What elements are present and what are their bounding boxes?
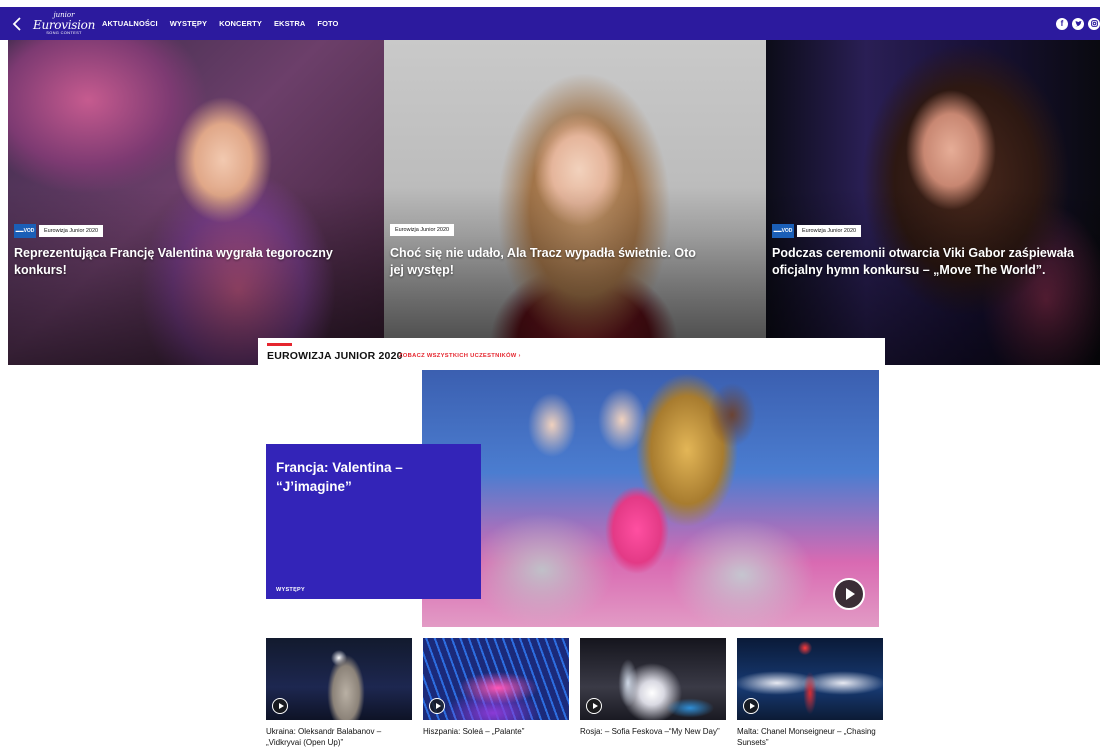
thumb-caption[interactable]: Malta: Chanel Monseigneur – „Chasing Sun… xyxy=(737,726,883,748)
play-icon[interactable] xyxy=(272,698,288,714)
top-navbar: junior Eurovision SONG CONTEST AKTUALNOŚ… xyxy=(0,7,1100,40)
hero-title[interactable]: Podczas ceremonii otwarcia Viki Gabor za… xyxy=(772,245,1092,279)
video-thumb[interactable]: Rosja: – Sofia Feskova –“My New Day” xyxy=(580,638,726,749)
featured-video[interactable] xyxy=(422,370,879,627)
thumb-image xyxy=(423,638,569,720)
category-tag[interactable]: Eurowizja Junior 2020 xyxy=(797,225,862,237)
featured-title[interactable]: Francja: Valentina – “J’imagine” xyxy=(276,458,446,496)
category-tag[interactable]: Eurowizja Junior 2020 xyxy=(39,225,104,237)
hero-card[interactable]: ▬▬ VOD Eurowizja Junior 2020 Reprezentują… xyxy=(8,40,384,365)
thumb-caption[interactable]: Ukraina: Oleksandr Balabanov – „Vidkryva… xyxy=(266,726,412,748)
section-header: EUROWIZJA JUNIOR 2020 ZOBACZ WSZYSTKICH … xyxy=(258,338,885,368)
menu-item-koncerty[interactable]: KONCERTY xyxy=(219,19,262,28)
hero-tags: ▬▬ VOD Eurowizja Junior 2020 xyxy=(14,224,104,238)
play-icon[interactable] xyxy=(429,698,445,714)
section-title: EUROWIZJA JUNIOR 2020 xyxy=(267,350,403,362)
social-links: f xyxy=(1056,7,1100,40)
back-button[interactable] xyxy=(0,7,34,40)
participants-section: EUROWIZJA JUNIOR 2020 ZOBACZ WSZYSTKICH … xyxy=(258,338,885,749)
menu-item-aktualnosci[interactable]: AKTUALNOŚCI xyxy=(102,19,158,28)
play-icon[interactable] xyxy=(743,698,759,714)
thumb-image xyxy=(266,638,412,720)
menu-item-ekstra[interactable]: EKSTRA xyxy=(274,19,305,28)
video-thumb[interactable]: Hiszpania: Soleá – „Palante” xyxy=(423,638,569,749)
main-menu: AKTUALNOŚCI WYSTĘPY KONCERTY EKSTRA FOTO xyxy=(102,19,339,28)
chevron-left-icon xyxy=(12,16,21,31)
hero-title[interactable]: Choć się nie udało, Ala Tracz wypadła św… xyxy=(390,245,710,279)
thumb-caption[interactable]: Rosja: – Sofia Feskova –“My New Day” xyxy=(580,726,726,737)
hero-title[interactable]: Reprezentująca Francję Valentina wygrała… xyxy=(14,245,334,279)
thumb-image xyxy=(737,638,883,720)
twitter-icon[interactable] xyxy=(1072,17,1084,30)
video-thumbnails: Ukraina: Oleksandr Balabanov – „Vidkryva… xyxy=(266,638,883,749)
thumb-image xyxy=(580,638,726,720)
site-logo[interactable]: junior Eurovision SONG CONTEST xyxy=(33,9,95,39)
category-tag[interactable]: Eurowizja Junior 2020 xyxy=(390,224,455,236)
featured-video-image xyxy=(422,370,879,627)
facebook-icon[interactable]: f xyxy=(1056,17,1068,30)
hero-carousel: ▬▬ VOD Eurowizja Junior 2020 Reprezentują… xyxy=(8,40,1100,365)
video-thumb[interactable]: Ukraina: Oleksandr Balabanov – „Vidkryva… xyxy=(266,638,412,749)
hero-card[interactable]: ▬▬ VOD Eurowizja Junior 2020 Podczas cere… xyxy=(766,40,1100,365)
menu-item-wystepy[interactable]: WYSTĘPY xyxy=(170,19,207,28)
thumb-caption[interactable]: Hiszpania: Soleá – „Palante” xyxy=(423,726,569,737)
play-icon[interactable] xyxy=(833,578,865,610)
menu-item-foto[interactable]: FOTO xyxy=(317,19,338,28)
hero-tags: ▬▬ VOD Eurowizja Junior 2020 xyxy=(772,224,862,238)
vod-badge: ▬▬ VOD xyxy=(14,224,36,238)
video-thumb[interactable]: Malta: Chanel Monseigneur – „Chasing Sun… xyxy=(737,638,883,749)
section-accent-bar xyxy=(267,343,292,346)
see-all-participants-link[interactable]: ZOBACZ WSZYSTKICH UCZESTNIKÓW › xyxy=(399,353,521,359)
logo-line-3: SONG CONTEST xyxy=(46,30,82,35)
instagram-icon[interactable] xyxy=(1088,17,1100,30)
featured-info-box[interactable]: Francja: Valentina – “J’imagine” WYSTĘPY xyxy=(266,444,481,599)
featured-category[interactable]: WYSTĘPY xyxy=(276,587,305,593)
vod-badge: ▬▬ VOD xyxy=(772,224,794,238)
hero-card[interactable]: Eurowizja Junior 2020 Choć się nie udało… xyxy=(384,40,766,365)
hero-tags: Eurowizja Junior 2020 xyxy=(390,224,455,236)
play-icon[interactable] xyxy=(586,698,602,714)
